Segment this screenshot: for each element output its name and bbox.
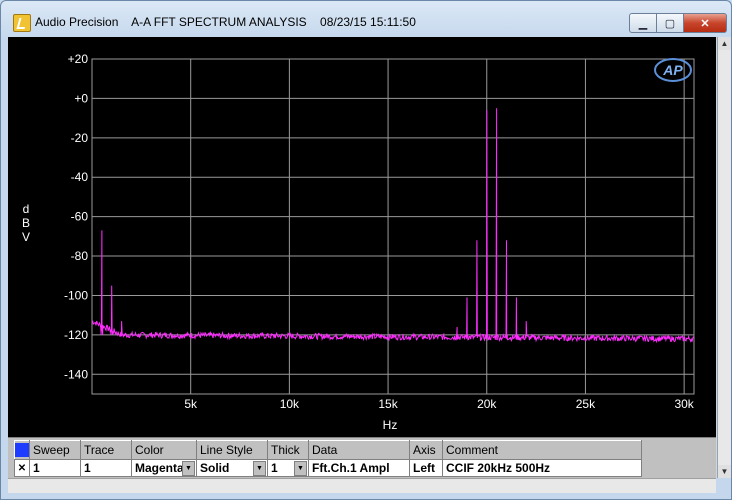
fft-spectrum-graph[interactable]: +20 +0 -20 -40 -60 -80 -100 -120 -140 5k 10k 15k 20… bbox=[8, 37, 716, 437]
header-line-style[interactable]: Line Style bbox=[196, 440, 268, 460]
sweep-table-header: Sweep Trace Color Line Style Thick Data … bbox=[14, 440, 711, 460]
window-title: Audio Precision A-A FFT SPECTRUM ANALYSI… bbox=[35, 15, 416, 29]
grid bbox=[91, 58, 695, 395]
sweep-color-indicator[interactable] bbox=[14, 440, 30, 460]
app-name: Audio Precision bbox=[35, 15, 119, 29]
row-filler bbox=[641, 459, 711, 477]
scroll-up-icon[interactable]: ▲ bbox=[718, 37, 731, 50]
y-tick-label: -100 bbox=[64, 288, 88, 302]
y-tick-label: -140 bbox=[64, 367, 88, 381]
document-title: A-A FFT SPECTRUM ANALYSIS bbox=[131, 15, 307, 29]
minimize-button[interactable]: ▁ bbox=[629, 13, 657, 33]
y-tick-label: -40 bbox=[71, 170, 89, 184]
x-tick-label: 30k bbox=[674, 397, 694, 411]
maximize-button[interactable]: ▢ bbox=[657, 13, 684, 33]
y-tick-label: -80 bbox=[71, 249, 89, 263]
header-axis[interactable]: Axis bbox=[409, 440, 443, 460]
sweep-enable-checkbox[interactable]: ✕ bbox=[14, 459, 30, 477]
close-icon: ✕ bbox=[700, 17, 710, 30]
chevron-down-icon[interactable]: ▼ bbox=[253, 461, 266, 476]
sweep-row[interactable]: ✕ 1 1 Magenta ▼ Solid ▼ 1 ▼ Fft.Ch.1 Ampl L… bbox=[14, 459, 711, 477]
sweep-number-cell[interactable]: 1 bbox=[29, 459, 81, 477]
title-bar[interactable]: Audio Precision A-A FFT SPECTRUM ANALYSI… bbox=[1, 1, 731, 37]
x-tick-label: 20k bbox=[477, 397, 497, 411]
line-style-value: Solid bbox=[200, 461, 230, 475]
y-tick-label: -120 bbox=[64, 328, 88, 342]
spectrum-trace-line bbox=[91, 108, 695, 344]
header-comment[interactable]: Comment bbox=[442, 440, 642, 460]
y-tick-label: +0 bbox=[74, 91, 88, 105]
color-value: Magenta bbox=[135, 461, 184, 475]
trace-number-cell[interactable]: 1 bbox=[80, 459, 132, 477]
minimize-icon: ▁ bbox=[638, 17, 648, 30]
chevron-down-icon[interactable]: ▼ bbox=[294, 461, 307, 476]
blue-swatch-icon bbox=[15, 443, 29, 457]
x-tick-label: 15k bbox=[378, 397, 398, 411]
line-style-select[interactable]: Solid ▼ bbox=[196, 459, 268, 477]
header-trace[interactable]: Trace bbox=[80, 440, 132, 460]
x-axis-label: Hz bbox=[383, 418, 398, 432]
sweep-table: Sweep Trace Color Line Style Thick Data … bbox=[14, 440, 711, 477]
maximize-icon: ▢ bbox=[664, 17, 676, 30]
y-tick-label: -20 bbox=[71, 131, 89, 145]
y-axis-ticks: +20 +0 -20 -40 -60 -80 -100 -120 -140 bbox=[64, 52, 88, 381]
header-thick[interactable]: Thick bbox=[267, 440, 309, 460]
x-axis-ticks: 5k 10k 15k 20k 25k 30k bbox=[184, 397, 694, 411]
thick-select[interactable]: 1 ▼ bbox=[267, 459, 309, 477]
timestamp: 08/23/15 15:11:50 bbox=[320, 15, 416, 29]
plot-frame bbox=[91, 58, 695, 395]
axis-cell[interactable]: Left bbox=[409, 459, 443, 477]
comment-field[interactable]: CCIF 20kHz 500Hz bbox=[442, 459, 642, 477]
header-color[interactable]: Color bbox=[131, 440, 197, 460]
scroll-down-icon[interactable]: ▼ bbox=[718, 465, 731, 478]
x-tick-label: 5k bbox=[184, 397, 198, 411]
vertical-scrollbar[interactable]: ▲ ▼ bbox=[717, 37, 731, 478]
y-tick-label: +20 bbox=[68, 52, 89, 66]
y-axis-label-b: B bbox=[22, 216, 30, 230]
data-cell[interactable]: Fft.Ch.1 Ampl bbox=[308, 459, 410, 477]
horizontal-scrollbar[interactable] bbox=[8, 478, 716, 493]
graph-client-area: +20 +0 -20 -40 -60 -80 -100 -120 -140 5k 10k 15k 20… bbox=[8, 37, 716, 478]
ap-logo: AP bbox=[654, 58, 692, 82]
window-controls: ▁ ▢ ✕ bbox=[629, 13, 727, 33]
ap-logo-text: AP bbox=[662, 62, 683, 78]
y-axis-label-v: V bbox=[22, 230, 30, 244]
x-tick-label: 25k bbox=[576, 397, 596, 411]
header-filler bbox=[641, 440, 711, 460]
thick-value: 1 bbox=[271, 461, 278, 475]
y-axis-label-d: d bbox=[23, 202, 30, 216]
header-data[interactable]: Data bbox=[308, 440, 410, 460]
sweep-panel: Sweep Trace Color Line Style Thick Data … bbox=[8, 437, 716, 478]
audio-precision-app-icon[interactable] bbox=[13, 14, 31, 32]
header-sweep[interactable]: Sweep bbox=[29, 440, 81, 460]
close-button[interactable]: ✕ bbox=[684, 13, 727, 33]
chevron-down-icon[interactable]: ▼ bbox=[182, 461, 195, 476]
x-tick-label: 10k bbox=[280, 397, 300, 411]
y-tick-label: -60 bbox=[71, 210, 89, 224]
color-select[interactable]: Magenta ▼ bbox=[131, 459, 197, 477]
